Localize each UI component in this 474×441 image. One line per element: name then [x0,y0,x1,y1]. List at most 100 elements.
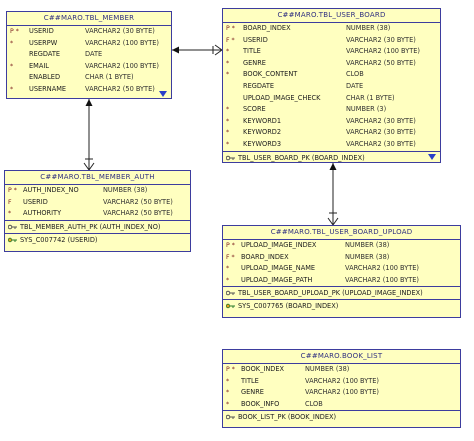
column-type: CHAR (1 BYTE) [346,93,395,102]
scroll-down-arrow-icon[interactable] [428,154,436,160]
column-row[interactable]: * GENRE VARCHAR2 (50 BYTE) [223,58,440,70]
key-label: TBL_MEMBER_AUTH_PK (AUTH_INDEX_NO) [20,222,161,231]
column-name: GENRE [243,58,266,67]
key-label: SYS_C007765 (BOARD_INDEX) [238,302,339,311]
column-row[interactable]: * UPLOAD_IMAGE_PATH VARCHAR2 (100 BYTE) [223,275,460,287]
column-row[interactable]: REGDATE DATE [7,49,171,61]
column-row[interactable]: * KEYWORD1 VARCHAR2 (30 BYTE) [223,116,440,128]
column-flags: * [226,276,230,284]
key-label: BOOK_LIST_PK (BOOK_INDEX) [238,413,337,422]
primary-key-icon [226,291,235,296]
column-name: UPLOAD_IMAGE_NAME [241,264,316,273]
column-row[interactable]: REGDATE DATE [223,81,440,93]
key-label: TBL_USER_BOARD_UPLOAD_PK (UPLOAD_IMAGE_I… [238,289,423,298]
column-name: USERID [29,27,54,35]
column-row[interactable]: * KEYWORD2 VARCHAR2 (30 BYTE) [223,127,440,139]
foreign-key-row[interactable]: SYS_C007765 (BOARD_INDEX) [223,299,460,312]
arrowhead-up-icon [329,163,337,170]
column-row[interactable]: UPLOAD_IMAGE_CHECK CHAR (1 BYTE) [223,93,440,105]
column-type: VARCHAR2 (50 BYTE) [346,58,416,67]
column-row[interactable]: * EMAIL VARCHAR2 (100 BYTE) [7,61,171,73]
column-row[interactable]: P * AUTH_INDEX_NO NUMBER (38) [5,185,190,197]
column-name: REGDATE [243,81,275,90]
column-row[interactable]: F USERID VARCHAR2 (50 BYTE) [5,197,190,209]
key-list: TBL_MEMBER_AUTH_PK (AUTH_INDEX_NO) SYS_C0… [5,219,190,246]
column-name: BOARD_INDEX [241,252,289,261]
primary-key-row[interactable]: TBL_USER_BOARD_UPLOAD_PK (UPLOAD_IMAGE_I… [223,286,460,299]
column-type: CLOB [346,70,364,79]
column-row[interactable]: P * UPLOAD_IMAGE_INDEX NUMBER (38) [223,240,460,252]
column-name: GENRE [241,388,264,397]
column-row[interactable]: * SCORE NUMBER (3) [223,104,440,116]
column-type: VARCHAR2 (100 BYTE) [305,388,380,397]
column-type: NUMBER (38) [103,186,148,194]
column-name: REGDATE [29,50,61,59]
column-flags: P * [226,242,235,249]
column-type: CLOB [305,399,323,408]
column-name: SCORE [243,105,266,114]
column-row[interactable]: * AUTHORITY VARCHAR2 (50 BYTE) [5,208,190,220]
column-row[interactable]: * UPLOAD_IMAGE_NAME VARCHAR2 (100 BYTE) [223,263,460,275]
column-row[interactable]: * USERNAME VARCHAR2 (50 BYTE) [7,84,171,96]
column-type: NUMBER (38) [345,252,390,261]
column-type: VARCHAR2 (100 BYTE) [85,38,160,47]
key-label: SYS_C007742 (USERID) [20,235,98,244]
entity-tbl-member[interactable]: C##MARO.TBL_MEMBER P * USERID VARCHAR2 (30… [6,11,172,99]
primary-key-row[interactable]: BOOK_LIST_PK (BOOK_INDEX) [223,410,460,423]
arrowhead-left-icon [172,46,179,54]
column-row[interactable]: * BOOK_INFO CLOB [223,399,460,411]
column-row[interactable]: * BOOK_CONTENT CLOB [223,69,440,81]
column-name: USERNAME [29,84,67,93]
column-type: CHAR (1 BYTE) [85,73,134,82]
column-name: USERPW [29,38,58,47]
primary-key-icon [8,224,17,230]
column-flags: * [226,400,230,408]
entity-book-list[interactable]: C##MARO.BOOK_LIST P * BOOK_INDEX NUMBER (3… [222,349,461,428]
scroll-down-arrow-icon[interactable] [159,91,167,97]
column-type: VARCHAR2 (100 BYTE) [85,61,160,70]
column-name: BOOK_INFO [241,399,280,408]
column-type: NUMBER (3) [346,105,387,114]
column-type: VARCHAR2 (100 BYTE) [345,275,420,284]
column-flags: * [8,210,12,218]
column-flags: * [226,377,230,385]
column-name: AUTH_INDEX_NO [23,186,79,194]
column-type: VARCHAR2 (30 BYTE) [85,27,155,35]
column-flags: * [226,48,230,56]
column-name: TITLE [243,47,261,56]
key-list: TBL_USER_BOARD_UPLOAD_PK (UPLOAD_IMAGE_I… [223,286,460,312]
primary-key-icon [226,155,235,160]
column-row[interactable]: * USERPW VARCHAR2 (100 BYTE) [7,38,171,50]
column-flags: * [226,106,230,114]
member-board-relation [172,44,223,56]
column-flags: F * [226,253,235,261]
entity-tbl-member-auth[interactable]: C##MARO.TBL_MEMBER_AUTH P * AUTH_INDEX_NO… [4,170,191,252]
column-type: DATE [85,50,103,59]
column-row[interactable]: * KEYWORD3 VARCHAR2 (30 BYTE) [223,139,440,151]
column-row[interactable]: P * BOOK_INDEX NUMBER (38) [223,364,460,376]
board-upload-relation [327,163,339,226]
column-row[interactable]: * TITLE VARCHAR2 (100 BYTE) [223,376,460,388]
entity-tbl-user-board[interactable]: C##MARO.TBL_USER_BOARD P * BOARD_INDEX NUM… [222,8,441,163]
column-flags: * [10,62,14,70]
column-row[interactable]: F * BOARD_INDEX NUMBER (38) [223,252,460,264]
column-flags: * [226,140,230,148]
column-row[interactable]: ENABLED CHAR (1 BYTE) [7,72,171,84]
primary-key-row[interactable]: TBL_MEMBER_AUTH_PK (AUTH_INDEX_NO) [5,219,190,233]
column-type: VARCHAR2 (50 BYTE) [85,84,155,93]
column-row[interactable]: P * BOARD_INDEX NUMBER (38) [223,23,440,35]
key-list: BOOK_LIST_PK (BOOK_INDEX) [223,410,460,423]
column-name: AUTHORITY [23,209,62,218]
entity-tbl-user-board-upload[interactable]: C##MARO.TBL_USER_BOARD_UPLOAD P * UPLOAD_… [222,225,461,318]
column-row[interactable]: P * USERID VARCHAR2 (30 BYTE) [7,26,171,38]
column-flags: F * [226,36,235,44]
column-row[interactable]: * GENRE VARCHAR2 (100 BYTE) [223,387,460,399]
foreign-key-row[interactable]: SYS_C007742 (USERID) [5,232,190,246]
column-name: BOARD_INDEX [243,24,291,32]
column-row[interactable]: F * USERID VARCHAR2 (30 BYTE) [223,35,440,47]
column-type: NUMBER (38) [305,365,350,373]
column-name: BOOK_INDEX [241,365,285,373]
primary-key-row[interactable]: TBL_USER_BOARD_PK (BOARD_INDEX) [223,150,440,164]
column-name: KEYWORD3 [243,139,282,148]
column-row[interactable]: * TITLE VARCHAR2 (100 BYTE) [223,46,440,58]
